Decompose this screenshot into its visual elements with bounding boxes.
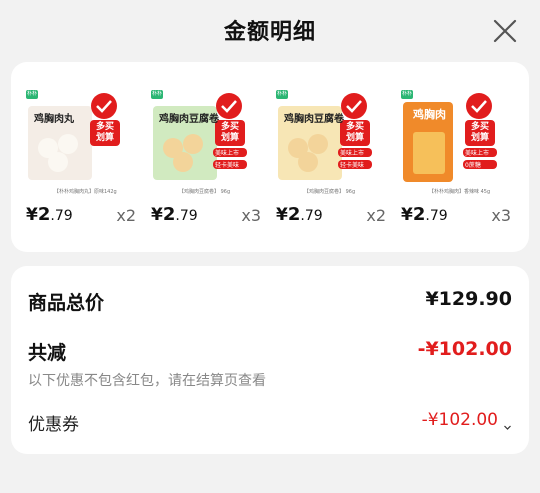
promo-tag: 轻卡美味 [340,162,365,169]
promo-badge: 多买划算 [345,122,364,143]
total-label: 商品总价 [28,292,105,314]
brand-logo: 朴朴 [402,91,413,97]
product-name: 鸡胸肉豆腐卷 [159,114,219,125]
promo-badge: 多买划算 [470,122,489,143]
product-quantity: x3 [491,206,511,225]
currency-symbol: ¥ [26,205,38,225]
header: 金额明细 [0,0,540,62]
product-caption: 【鸡胸肉豆腐卷】 96g [179,189,231,195]
product-image: 朴朴 鸡胸肉 多买划算 美味上市 0蔗糖 [399,88,499,188]
coupon-row[interactable]: 优惠券 -¥102.00 [28,410,512,436]
promo-badge: 多买划算 [95,122,114,143]
promo-tag: 美味上市 [340,150,365,157]
product-list-card: 朴朴 鸡胸肉丸 多买划算 【朴朴鸡胸肉丸】原味142g ¥2.79 x2 朴朴 … [11,62,529,252]
product-price: ¥2.79 [401,204,448,225]
chevron-down-icon[interactable] [503,417,512,430]
product-image: 朴朴 鸡胸肉豆腐卷 多买划算 美味上市 轻卡美味 [149,88,249,188]
product-item[interactable]: 朴朴 鸡胸肉豆腐卷 多买划算 美味上市 轻卡美味 【鸡胸肉豆腐卷】 96g ¥2… [149,88,267,228]
discount-note: 以下优惠不包含红包，请在结算页查看 [28,373,266,389]
discount-value: -¥102.00 [417,338,512,360]
promo-tag: 轻卡美味 [215,162,240,169]
product-price: ¥2.79 [26,204,73,225]
price-integer: 2 [412,204,426,225]
price-decimal: .79 [425,208,448,224]
total-value: ¥129.90 [425,288,512,310]
price-integer: 2 [162,204,176,225]
product-caption: 【朴朴鸡胸肉丸】原味142g [54,189,117,195]
brand-logo: 朴朴 [152,91,163,97]
brand-logo: 朴朴 [27,91,38,97]
product-quantity: x3 [241,206,261,225]
promo-tag: 美味上市 [465,150,490,157]
total-row: 商品总价 ¥129.90 [28,288,512,318]
coupon-value[interactable]: -¥102.00 [422,410,498,430]
discount-row: 共减 -¥102.00 [28,338,512,368]
currency-symbol: ¥ [276,205,288,225]
product-image: 朴朴 鸡胸肉丸 多买划算 [24,88,124,188]
discount-label: 共减 [28,342,67,364]
discount-note-row: 以下优惠不包含红包，请在结算页查看 [28,370,512,390]
product-item[interactable]: 朴朴 鸡胸肉 多买划算 美味上市 0蔗糖 【朴朴鸡胸肉】香辣味 45g ¥2.7… [399,88,517,228]
price-integer: 2 [37,204,51,225]
product-caption: 【鸡胸肉豆腐卷】 96g [304,189,356,195]
product-name: 鸡胸肉丸 [34,114,74,125]
close-icon[interactable] [492,18,518,44]
promo-badge: 多买划算 [220,122,239,143]
price-summary-card: 商品总价 ¥129.90 共减 -¥102.00 以下优惠不包含红包，请在结算页… [11,266,529,454]
product-price: ¥2.79 [276,204,323,225]
product-name: 鸡胸肉豆腐卷 [284,114,344,125]
promo-tag: 0蔗糖 [465,162,481,169]
product-price: ¥2.79 [151,204,198,225]
price-decimal: .79 [300,208,323,224]
product-quantity: x2 [116,206,136,225]
page-title: 金额明细 [223,20,316,45]
currency-symbol: ¥ [401,205,413,225]
product-item[interactable]: 朴朴 鸡胸肉豆腐卷 多买划算 美味上市 轻卡美味 【鸡胸肉豆腐卷】 96g ¥2… [274,88,392,228]
product-quantity: x2 [366,206,386,225]
product-caption: 【朴朴鸡胸肉】香辣味 45g [429,189,491,195]
product-image: 朴朴 鸡胸肉豆腐卷 多买划算 美味上市 轻卡美味 [274,88,374,188]
promo-tag: 美味上市 [215,150,240,157]
product-name: 鸡胸肉 [413,108,446,121]
product-item[interactable]: 朴朴 鸡胸肉丸 多买划算 【朴朴鸡胸肉丸】原味142g ¥2.79 x2 [24,88,142,228]
price-integer: 2 [287,204,301,225]
price-decimal: .79 [175,208,198,224]
currency-symbol: ¥ [151,205,163,225]
coupon-label: 优惠券 [28,415,79,435]
price-decimal: .79 [50,208,73,224]
brand-logo: 朴朴 [277,91,288,97]
